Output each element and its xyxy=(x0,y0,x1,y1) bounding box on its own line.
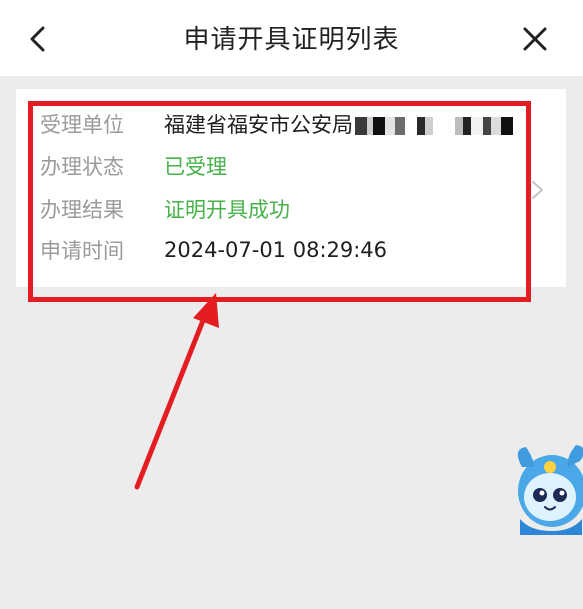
close-icon[interactable] xyxy=(518,22,552,56)
processing-result-label: 办理结果 xyxy=(40,198,124,222)
row-accepting-unit: 受理单位 福建省福安市公安局 xyxy=(40,108,513,140)
accepting-unit-value: 福建省福安市公安局 xyxy=(164,109,513,139)
redacted-mosaic xyxy=(355,117,513,135)
header-bar: 申请开具证明列表 xyxy=(0,0,583,76)
processing-status-value: 已受理 xyxy=(164,155,227,179)
mascot-image[interactable] xyxy=(500,445,583,535)
row-application-time: 申请时间 2024-07-01 08:29:46 xyxy=(40,234,387,266)
application-time-value: 2024-07-01 08:29:46 xyxy=(164,238,388,262)
processing-result-value: 证明开具成功 xyxy=(164,198,290,222)
accepting-unit-label: 受理单位 xyxy=(40,113,124,137)
page-title: 申请开具证明列表 xyxy=(183,25,400,55)
row-processing-status: 办理状态 已受理 xyxy=(40,150,227,182)
chevron-right-icon[interactable] xyxy=(530,179,546,201)
processing-status-label: 办理状态 xyxy=(40,155,124,179)
row-processing-result: 办理结果 证明开具成功 xyxy=(40,193,290,225)
certificate-application-card[interactable]: 受理单位 福建省福安市公安局 办理状态 已受理 办理结果 证明开具成功 申请时间… xyxy=(16,89,566,287)
application-time-label: 申请时间 xyxy=(40,239,124,263)
